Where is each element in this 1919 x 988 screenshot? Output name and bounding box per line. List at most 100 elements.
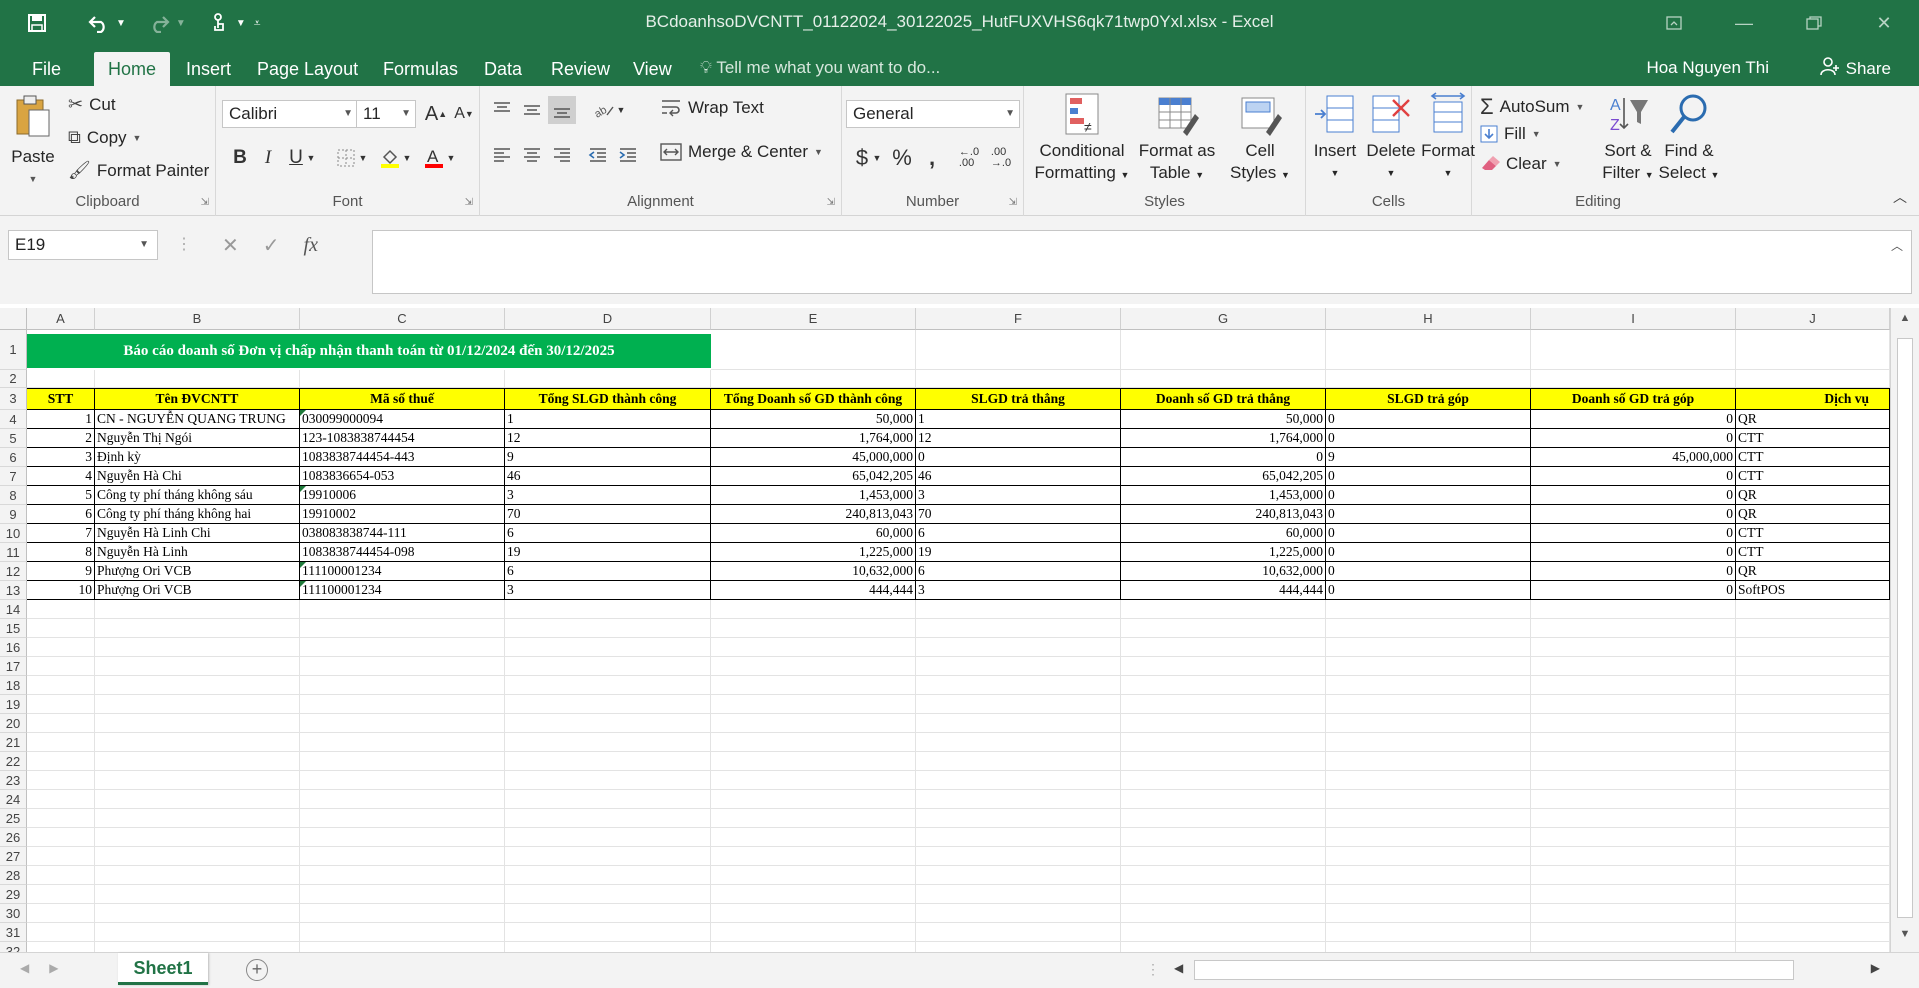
data-cell[interactable]: 3 bbox=[505, 581, 711, 600]
cell[interactable] bbox=[1121, 619, 1326, 638]
cell[interactable] bbox=[1736, 619, 1890, 638]
cell[interactable] bbox=[505, 695, 711, 714]
cell[interactable] bbox=[505, 370, 711, 388]
row-header[interactable]: 4 bbox=[0, 410, 27, 429]
cell[interactable] bbox=[300, 828, 505, 847]
decrease-font-icon[interactable]: A ▼ bbox=[450, 100, 478, 128]
copy-button[interactable]: ⧉ Copy ▼ bbox=[68, 127, 141, 148]
conditional-formatting-dropdown-icon[interactable]: ▼ bbox=[1121, 170, 1130, 180]
data-cell[interactable]: 45,000,000 bbox=[1531, 448, 1736, 467]
column-title-cell[interactable]: Dịch vụ bbox=[1736, 388, 1890, 410]
cell[interactable] bbox=[1326, 771, 1531, 790]
cell[interactable] bbox=[711, 885, 916, 904]
data-cell[interactable]: 0 bbox=[916, 448, 1121, 467]
row-header[interactable]: 25 bbox=[0, 809, 27, 828]
column-title-cell[interactable]: Tên ĐVCNTT bbox=[95, 388, 300, 410]
row-header[interactable]: 1 bbox=[0, 330, 27, 370]
alignment-launcher-icon[interactable]: ⇲ bbox=[827, 197, 835, 208]
cell[interactable] bbox=[1121, 904, 1326, 923]
cell[interactable] bbox=[1736, 600, 1890, 619]
cell[interactable] bbox=[1326, 752, 1531, 771]
name-box[interactable]: E19 ▼ bbox=[8, 230, 158, 260]
find-select-button[interactable]: Find & Select ▼ bbox=[1658, 92, 1720, 186]
row-header[interactable]: 16 bbox=[0, 638, 27, 657]
cell[interactable] bbox=[95, 809, 300, 828]
data-cell[interactable]: 1083836654-053 bbox=[300, 467, 505, 486]
cell[interactable] bbox=[1326, 809, 1531, 828]
horizontal-scroll-thumb[interactable] bbox=[1194, 960, 1794, 980]
cell[interactable] bbox=[300, 885, 505, 904]
vertical-scrollbar[interactable]: ▲ ▼ bbox=[1890, 308, 1919, 952]
data-cell[interactable]: 0 bbox=[1531, 543, 1736, 562]
cell[interactable] bbox=[916, 370, 1121, 388]
cell[interactable] bbox=[1531, 904, 1736, 923]
data-cell[interactable]: 1 bbox=[505, 410, 711, 429]
data-cell[interactable]: 0 bbox=[1326, 543, 1531, 562]
data-cell[interactable]: 3 bbox=[27, 448, 95, 467]
data-cell[interactable]: CTT bbox=[1736, 524, 1890, 543]
cell[interactable] bbox=[27, 866, 95, 885]
column-header[interactable]: F bbox=[916, 308, 1121, 330]
data-cell[interactable]: 50,000 bbox=[711, 410, 916, 429]
cell[interactable] bbox=[711, 904, 916, 923]
cell[interactable] bbox=[505, 790, 711, 809]
decrease-indent-icon[interactable] bbox=[584, 142, 612, 170]
autosum-button[interactable]: Σ AutoSum ▼ bbox=[1480, 94, 1584, 120]
cell[interactable] bbox=[1326, 733, 1531, 752]
tab-view[interactable]: View bbox=[619, 52, 686, 86]
cell[interactable] bbox=[711, 733, 916, 752]
cell[interactable] bbox=[505, 828, 711, 847]
cell[interactable] bbox=[1326, 638, 1531, 657]
cell[interactable] bbox=[1736, 638, 1890, 657]
data-cell[interactable]: QR bbox=[1736, 486, 1890, 505]
cell[interactable] bbox=[95, 923, 300, 942]
cell[interactable] bbox=[505, 866, 711, 885]
increase-indent-icon[interactable] bbox=[614, 142, 642, 170]
cell[interactable] bbox=[711, 676, 916, 695]
data-cell[interactable]: 65,042,205 bbox=[711, 467, 916, 486]
cell[interactable] bbox=[711, 370, 916, 388]
cell[interactable] bbox=[1736, 923, 1890, 942]
cell[interactable] bbox=[1531, 657, 1736, 676]
data-cell[interactable]: 46 bbox=[916, 467, 1121, 486]
data-cell[interactable]: 19910002 bbox=[300, 505, 505, 524]
column-title-cell[interactable]: Tổng SLGD thành công bbox=[505, 388, 711, 410]
cell[interactable] bbox=[27, 638, 95, 657]
cell[interactable] bbox=[1121, 847, 1326, 866]
cell[interactable] bbox=[95, 714, 300, 733]
data-cell[interactable]: 60,000 bbox=[1121, 524, 1326, 543]
cell[interactable] bbox=[711, 790, 916, 809]
cell[interactable] bbox=[711, 638, 916, 657]
horizontal-scrollbar[interactable]: ◀ ▶ bbox=[1166, 957, 1888, 983]
cell[interactable] bbox=[1326, 904, 1531, 923]
report-title-cell[interactable]: Báo cáo doanh số Đơn vị chấp nhận thanh … bbox=[27, 334, 711, 368]
row-header[interactable]: 2 bbox=[0, 370, 27, 388]
percent-icon[interactable]: % bbox=[888, 144, 916, 172]
cell[interactable] bbox=[711, 866, 916, 885]
data-cell[interactable]: 0 bbox=[1326, 581, 1531, 600]
data-cell[interactable]: 111100001234 bbox=[300, 581, 505, 600]
scroll-down-icon[interactable]: ▼ bbox=[1895, 928, 1915, 948]
data-cell[interactable]: Phượng Ori VCB bbox=[95, 562, 300, 581]
cell[interactable] bbox=[300, 676, 505, 695]
cell[interactable] bbox=[300, 790, 505, 809]
cell[interactable] bbox=[27, 828, 95, 847]
cell[interactable] bbox=[1121, 714, 1326, 733]
cell[interactable] bbox=[300, 714, 505, 733]
currency-dropdown-icon[interactable]: ▼ bbox=[870, 144, 884, 172]
select-all-corner[interactable] bbox=[0, 308, 27, 330]
cell[interactable] bbox=[1736, 657, 1890, 676]
data-cell[interactable]: 3 bbox=[916, 486, 1121, 505]
cell[interactable] bbox=[916, 619, 1121, 638]
cell[interactable] bbox=[505, 904, 711, 923]
fill-dropdown-icon[interactable]: ▼ bbox=[1532, 129, 1541, 139]
cell[interactable] bbox=[916, 904, 1121, 923]
row-header[interactable]: 13 bbox=[0, 581, 27, 600]
merge-center-button[interactable]: Merge & Center ▼ bbox=[660, 142, 823, 162]
cell[interactable] bbox=[1326, 942, 1531, 952]
cell[interactable] bbox=[27, 942, 95, 952]
row-header[interactable]: 8 bbox=[0, 486, 27, 505]
paste-button[interactable]: Paste ▼ bbox=[8, 92, 58, 190]
cell[interactable] bbox=[1736, 330, 1890, 370]
cell[interactable] bbox=[505, 638, 711, 657]
